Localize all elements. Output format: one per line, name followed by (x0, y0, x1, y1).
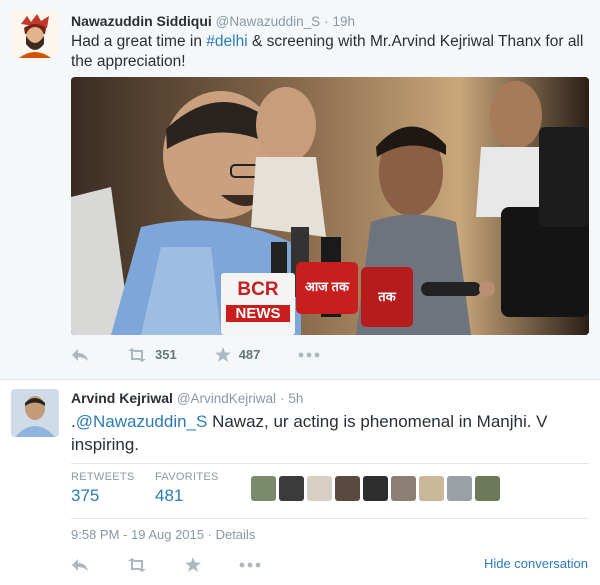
star-icon (185, 557, 201, 572)
favorite-button[interactable] (185, 557, 201, 572)
more-icon (299, 352, 320, 357)
mic-label-news: NEWS (226, 305, 290, 322)
avatar-nawazuddin[interactable] (11, 10, 59, 58)
author-handle[interactable]: @Nawazuddin_S (216, 14, 321, 29)
favorites-value: 481 (155, 486, 184, 505)
favorite-count: 487 (238, 347, 261, 362)
favorites-label: FAVORITES (155, 471, 219, 483)
mic-label-aajtak: आज तक (305, 279, 349, 294)
avatar-portrait-icon (11, 389, 59, 437)
favoriter-avatar[interactable] (475, 476, 500, 501)
tweet1-actions: 351 487 (71, 347, 358, 362)
favoriter-avatar[interactable] (307, 476, 332, 501)
favoriter-avatar[interactable] (335, 476, 360, 501)
mic-label-tak: तक (378, 289, 396, 304)
tweet1-text: Had a great time in #delhi & screening w… (71, 32, 591, 72)
author-name[interactable]: Arvind Kejriwal (71, 390, 173, 406)
tweet-text-part: Had a great time in (71, 33, 207, 50)
retweets-value: 375 (71, 486, 100, 505)
more-button[interactable] (239, 562, 261, 568)
tweet2-text: .@Nawazuddin_S Nawaz, ur acting is pheno… (71, 410, 591, 456)
favoriter-avatar[interactable] (279, 476, 304, 501)
more-button[interactable] (298, 352, 320, 358)
author-name[interactable]: Nawazuddin Siddiqui (71, 13, 212, 29)
retweets-stat[interactable]: RETWEETS 375 (71, 471, 135, 506)
tweet2-header: Arvind Kejriwal @ArvindKejriwal · 5h (71, 390, 303, 406)
favoriter-avatar[interactable] (363, 476, 388, 501)
reply-icon (72, 558, 88, 571)
separator: · (324, 14, 329, 29)
tweet-time[interactable]: 5h (288, 391, 303, 406)
mic-label-bcr: BCR (237, 279, 279, 300)
retweet-icon (128, 347, 146, 362)
retweet-count: 351 (155, 347, 177, 362)
tweet-timestamp: 9:58 PM - 19 Aug 2015 · Details (71, 527, 255, 542)
mention-link[interactable]: @Nawazuddin_S (76, 412, 208, 431)
timestamp-text[interactable]: 9:58 PM - 19 Aug 2015 (71, 527, 204, 542)
retweet-icon (128, 557, 146, 572)
tweet2-actions (71, 557, 299, 572)
favoriter-avatars (251, 476, 503, 501)
press-photo-image (71, 77, 589, 335)
hashtag-link[interactable]: #delhi (206, 33, 247, 50)
author-handle[interactable]: @ArvindKejriwal (177, 391, 276, 406)
avatar-kejriwal[interactable] (11, 389, 59, 437)
star-icon (214, 347, 231, 362)
tweet1-header: Nawazuddin Siddiqui @Nawazuddin_S · 19h (71, 13, 355, 29)
tweet-stats: RETWEETS 375 FAVORITES 481 (71, 463, 589, 519)
retweet-button[interactable] (127, 557, 147, 572)
favoriter-avatar[interactable] (251, 476, 276, 501)
retweet-button[interactable]: 351 (127, 347, 177, 362)
details-link[interactable]: Details (216, 527, 256, 542)
favorite-button[interactable]: 487 (214, 347, 261, 362)
hide-conversation-link[interactable]: Hide conversation (484, 556, 588, 571)
reply-icon (72, 348, 88, 361)
reply-button[interactable] (71, 558, 89, 572)
favoriter-avatar[interactable] (391, 476, 416, 501)
separator: · (207, 527, 212, 542)
favoriter-avatar[interactable] (419, 476, 444, 501)
tweet-time[interactable]: 19h (332, 14, 355, 29)
tweet-photo[interactable]: BCR NEWS आज तक तक (71, 77, 589, 335)
favoriter-avatar[interactable] (447, 476, 472, 501)
separator: · (279, 391, 285, 406)
reply-button[interactable] (71, 348, 89, 362)
more-icon (239, 562, 261, 567)
favorites-stat[interactable]: FAVORITES 481 (155, 471, 219, 506)
retweets-label: RETWEETS (71, 471, 135, 483)
avatar-portrait-icon (11, 10, 59, 58)
